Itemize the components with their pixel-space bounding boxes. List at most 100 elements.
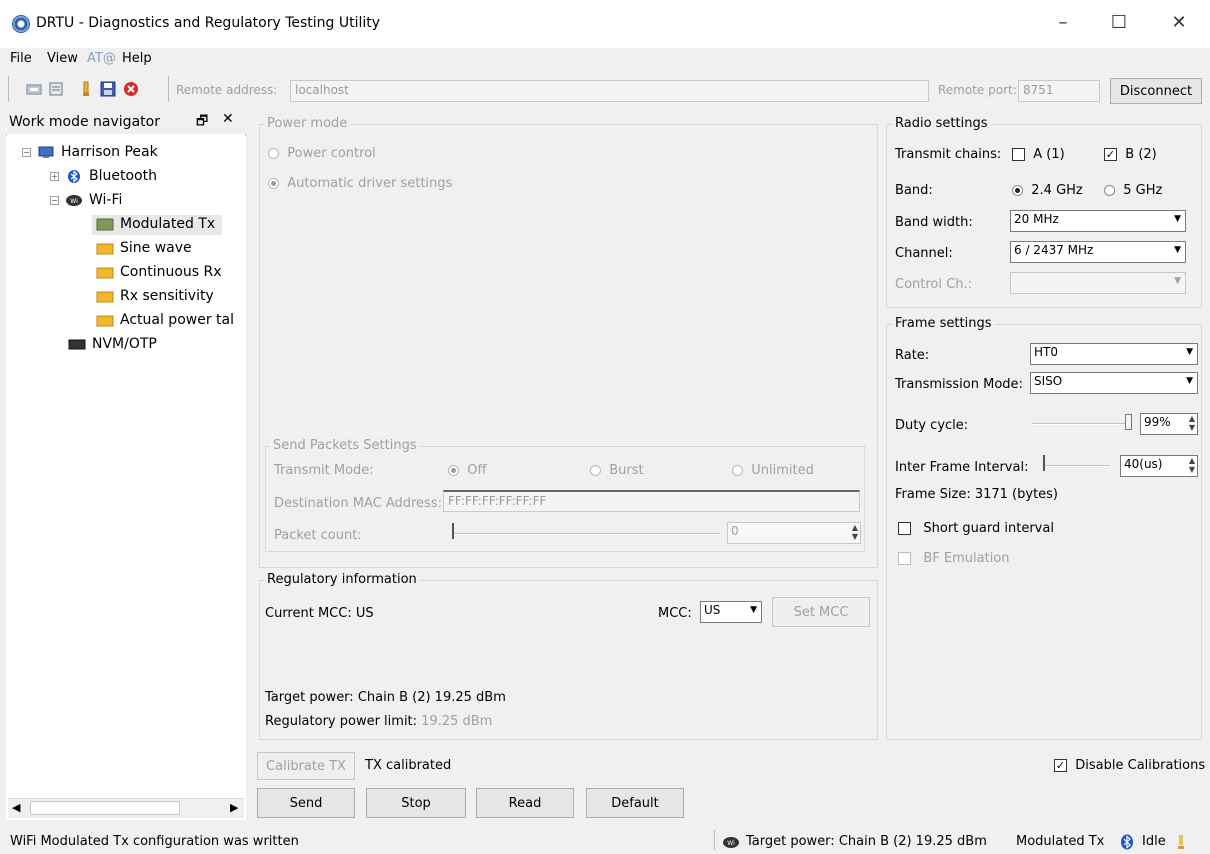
save-icon[interactable] [100,81,116,97]
chain-a-label: A (1) [1033,147,1065,162]
status-separator [714,830,715,850]
dropdown-arrow-icon[interactable]: ▼ [1186,347,1193,357]
chain-b-checkbox[interactable]: ✓ [1104,148,1117,161]
tree-item-actual-power[interactable]: Actual power tal [96,312,234,328]
tx-mode-burst-option[interactable]: Burst [590,463,644,478]
float-panel-icon[interactable]: 🗗 [196,112,208,134]
minimize-button[interactable]: – [1040,0,1086,46]
control-ch-select[interactable]: ▼ [1010,272,1186,294]
wifi-icon: Wi [66,194,82,206]
maximize-button[interactable]: ☐ [1096,0,1142,46]
power-mode-title: Power mode [264,116,351,131]
send-button[interactable]: Send [257,788,355,818]
dropdown-arrow-icon[interactable]: ▼ [1186,376,1193,386]
reg-limit-line: Regulatory power limit: 19.25 dBm [265,714,492,729]
device-icon[interactable] [48,81,64,97]
tree-item-bluetooth[interactable]: + Bluetooth [50,168,157,184]
tx-mode-unlimited-option[interactable]: Unlimited [732,463,814,478]
duty-cycle-slider[interactable] [1032,423,1130,425]
tree-item-continuous-rx[interactable]: Continuous Rx [96,264,222,280]
chain-b-option[interactable]: ✓ B (2) [1104,147,1157,162]
dropdown-arrow-icon[interactable]: ▼ [1174,214,1181,224]
tree-item-wifi[interactable]: − Wi Wi-Fi [50,192,122,208]
power-control-option[interactable]: Power control [268,146,376,161]
bf-emulation-checkbox[interactable] [898,552,911,565]
expand-icon[interactable]: + [50,171,59,181]
dest-mac-input[interactable]: FF:FF:FF:FF:FF:FF [443,490,860,512]
dropdown-arrow-icon[interactable]: ▼ [1174,276,1181,286]
ifi-slider[interactable] [1044,465,1110,467]
mcc-select[interactable]: US ▼ [700,601,762,623]
tree-item-harrison-peak[interactable]: − Harrison Peak [22,144,158,160]
short-guard-checkbox[interactable] [898,522,911,535]
remote-port-input[interactable]: 8751 [1018,80,1100,102]
scroll-thumb[interactable] [30,801,180,815]
tx-mode-off-option[interactable]: Off [448,463,486,478]
ifi-slider-thumb[interactable] [1043,455,1047,471]
spin-arrows-icon[interactable]: ▲ ▼ [1189,456,1195,474]
close-button[interactable]: ✕ [1156,0,1202,46]
run-script-icon[interactable] [78,81,94,97]
menu-at[interactable]: AT@ [87,51,116,66]
band-24-radio[interactable] [1012,185,1023,196]
calibrate-tx-button[interactable]: Calibrate TX [257,752,355,780]
chain-a-option[interactable]: A (1) [1012,147,1065,162]
tx-mode-unlimited-radio[interactable] [732,465,743,476]
ifi-spinbox[interactable]: 40(us) ▲ ▼ [1120,455,1198,477]
disable-calibrations-checkbox[interactable]: ✓ [1054,759,1067,772]
dropdown-arrow-icon[interactable]: ▼ [750,605,757,615]
bandwidth-select[interactable]: 20 MHz ▼ [1010,210,1186,232]
duty-cycle-slider-thumb[interactable] [1125,414,1132,430]
tree-item-nvm-otp[interactable]: NVM/OTP [68,336,157,352]
auto-driver-option[interactable]: Automatic driver settings [268,176,452,191]
stop-button[interactable]: Stop [366,788,466,818]
band-5-radio[interactable] [1104,185,1115,196]
packet-count-slider[interactable] [454,533,720,535]
computer-icon [38,146,54,158]
disconnect-button[interactable]: Disconnect [1110,78,1202,104]
channel-select-value: 6 / 2437 MHz [1014,243,1094,257]
packet-count-spinbox[interactable]: 0 ▲ ▼ [727,522,861,544]
auto-driver-radio[interactable] [268,178,279,189]
reg-limit-value: 19.25 dBm [421,714,493,729]
spin-arrows-icon[interactable]: ▲ ▼ [852,523,858,541]
collapse-icon[interactable]: − [22,147,31,157]
channel-select[interactable]: 6 / 2437 MHz ▼ [1010,241,1186,263]
rate-select[interactable]: HT0 ▼ [1030,343,1198,365]
stop-icon[interactable] [123,81,139,97]
bf-emulation-option[interactable]: BF Emulation [898,551,1010,566]
tree-item-sine-wave[interactable]: Sine wave [96,240,192,256]
dropdown-arrow-icon[interactable]: ▼ [1174,245,1181,255]
tx-mode-select-value: SISO [1034,374,1063,388]
short-guard-option[interactable]: Short guard interval [898,521,1054,536]
collapse-icon[interactable]: − [50,195,59,205]
default-button[interactable]: Default [586,788,684,818]
scroll-right-icon[interactable]: ▶ [230,801,238,814]
band-5-label: 5 GHz [1123,183,1163,198]
disable-calibrations-option[interactable]: ✓ Disable Calibrations [1054,758,1205,773]
close-panel-icon[interactable]: ✕ [222,111,234,127]
chain-a-checkbox[interactable] [1012,148,1025,161]
menu-help[interactable]: Help [122,51,152,66]
tx-mode-select[interactable]: SISO ▼ [1030,372,1198,394]
menu-view[interactable]: View [47,51,78,66]
tx-mode-off-radio[interactable] [448,465,459,476]
scroll-left-icon[interactable]: ◀ [12,801,20,814]
tree-item-rx-sensitivity[interactable]: Rx sensitivity [96,288,214,304]
band-5-option[interactable]: 5 GHz [1104,183,1162,198]
connect-icon[interactable] [26,81,42,97]
remote-address-input[interactable]: localhost [290,80,929,102]
menu-file[interactable]: File [10,51,32,66]
power-control-radio[interactable] [268,148,279,159]
packet-count-slider-thumb[interactable] [452,523,456,539]
tree-label-nvm-otp: NVM/OTP [92,336,157,352]
band-24-option[interactable]: 2.4 GHz [1012,183,1083,198]
set-mcc-button[interactable]: Set MCC [772,597,870,627]
tx-calibrated-text: TX calibrated [365,758,452,773]
tree-item-modulated-tx[interactable]: Modulated Tx [96,216,215,232]
band-label: Band: [895,183,933,198]
read-button[interactable]: Read [476,788,574,818]
tx-mode-burst-radio[interactable] [590,465,601,476]
spin-arrows-icon[interactable]: ▲ ▼ [1189,414,1195,432]
duty-cycle-spinbox[interactable]: 99% ▲ ▼ [1140,413,1198,435]
